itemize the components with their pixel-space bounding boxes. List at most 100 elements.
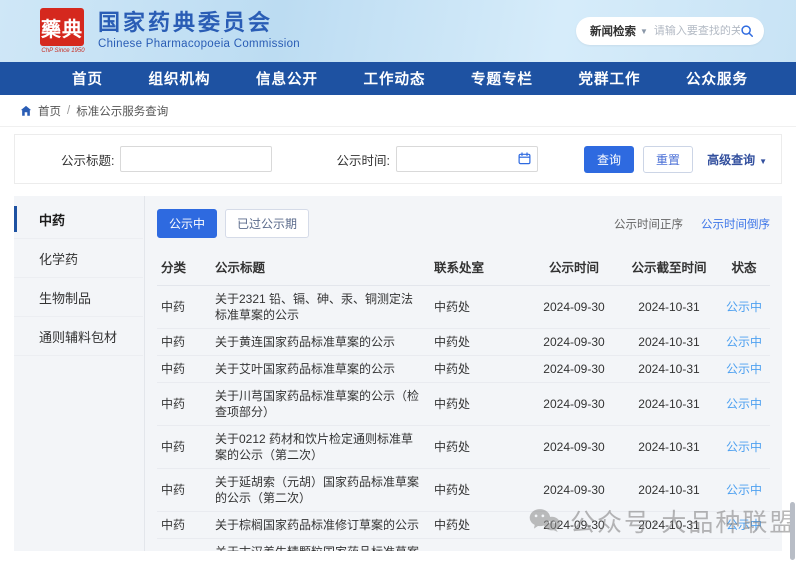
row-office: 中药处: [434, 300, 471, 314]
row-category: 中药: [161, 440, 186, 454]
row-office: 中药处: [434, 518, 471, 532]
row-title-link[interactable]: 关于0212 药材和饮片检定通则标准草案的公示（第二次）: [215, 431, 434, 463]
table-row: 中药 关于黄连国家药品标准草案的公示 中药处 2024-09-30 2024-1…: [157, 329, 770, 356]
row-category: 中药: [161, 300, 186, 314]
search-input[interactable]: [653, 25, 740, 37]
table-row: 中药 关于川芎国家药品标准草案的公示（检查项部分） 中药处 2024-09-30…: [157, 383, 770, 426]
list-header: 公示中 已过公示期 公示时间正序 公示时间倒序: [157, 209, 770, 238]
sort-time-descending[interactable]: 公示时间倒序: [701, 216, 770, 232]
row-office: 中药处: [434, 335, 471, 349]
nav-item-special-topics[interactable]: 专题专栏: [471, 68, 533, 89]
nav-item-public-service[interactable]: 公众服务: [686, 68, 748, 89]
category-sidebar: 中药 化学药 生物制品 通则辅料包材: [14, 196, 145, 551]
row-title-link[interactable]: 关于2321 铅、镉、砷、汞、铜测定法标准草案的公示: [215, 291, 434, 323]
sidebar-item-label: 化学药: [39, 251, 79, 267]
seal-logo: 藥典 ChP Since 1950: [40, 8, 86, 54]
main-panel: 中药 化学药 生物制品 通则辅料包材 公示中 已过公示期 公示时间正序 公示时间…: [14, 196, 782, 551]
filter-time-label: 公示时间:: [336, 153, 390, 168]
row-publish-date: 2024-09-30: [543, 397, 605, 411]
row-category: 中药: [161, 518, 186, 532]
row-category: 中药: [161, 362, 186, 376]
filter-bar: 公示标题: 公示时间: 查询 重置 高级查询 ▼: [14, 134, 782, 184]
row-publish-date: 2024-09-30: [543, 483, 605, 497]
calendar-icon[interactable]: [518, 152, 531, 165]
row-status-link[interactable]: 公示中: [726, 335, 762, 349]
tab-expired-publicity[interactable]: 已过公示期: [225, 209, 310, 238]
row-publish-date: 2024-09-30: [543, 362, 605, 376]
row-deadline: 2024-10-31: [638, 335, 700, 349]
table-row: 中药 关于棕榈国家药品标准修订草案的公示 中药处 2024-09-30 2024…: [157, 512, 770, 539]
row-title-link[interactable]: 关于川芎国家药品标准草案的公示（检查项部分）: [215, 388, 434, 420]
row-status-link[interactable]: 公示中: [726, 440, 762, 454]
tab-in-publicity[interactable]: 公示中: [157, 209, 218, 238]
filter-time-input[interactable]: [395, 146, 538, 172]
chevron-down-icon: ▼: [640, 26, 648, 36]
table-header-row: 分类 公示标题 联系处室 公示时间 公示截至时间 状态: [157, 250, 770, 286]
site-subtitle: Chinese Pharmacopoeia Commission: [98, 38, 300, 50]
row-status-link[interactable]: 公示中: [726, 362, 762, 376]
sidebar-item-biological-product[interactable]: 生物制品: [14, 278, 143, 317]
brand-logo[interactable]: 藥典 ChP Since 1950 国家药典委员会 Chinese Pharma…: [40, 8, 300, 54]
list-content: 公示中 已过公示期 公示时间正序 公示时间倒序 分类 公示标题 联系处室 公示时…: [145, 196, 782, 551]
nav-item-home[interactable]: 首页: [72, 68, 103, 89]
row-title-link[interactable]: 关于古汉养生精颗粒国家药品标准草案的公示: [215, 544, 434, 551]
reset-button[interactable]: 重置: [643, 145, 694, 173]
breadcrumb: 首页 / 标准公示服务查询: [0, 95, 796, 127]
filter-title-input[interactable]: [120, 146, 273, 172]
search-category-dropdown[interactable]: 新闻检索: [590, 23, 636, 39]
chevron-down-icon: ▼: [759, 156, 767, 166]
row-category: 中药: [161, 397, 186, 411]
nav-item-party-work[interactable]: 党群工作: [579, 68, 641, 89]
sidebar-item-chemical-drug[interactable]: 化学药: [14, 239, 143, 278]
sidebar-item-tcm[interactable]: 中药: [14, 200, 143, 239]
breadcrumb-separator: /: [67, 104, 71, 117]
row-category: 中药: [161, 335, 186, 349]
row-status-link[interactable]: 公示中: [726, 300, 762, 314]
row-deadline: 2024-10-31: [638, 518, 700, 532]
column-header-title: 公示标题: [215, 261, 266, 275]
sort-time-ascending[interactable]: 公示时间正序: [614, 216, 683, 232]
header-search: 新闻检索 ▼: [576, 17, 764, 45]
seal-icon: 藥典: [40, 8, 84, 46]
table-row: 中药 关于延胡索（元胡）国家药品标准草案的公示（第二次） 中药处 2024-09…: [157, 469, 770, 512]
row-category: 中药: [161, 483, 186, 497]
row-deadline: 2024-10-31: [638, 397, 700, 411]
column-header-publish-date: 公示时间: [548, 261, 599, 275]
sidebar-item-label: 中药: [39, 212, 66, 228]
row-title-link[interactable]: 关于艾叶国家药品标准草案的公示: [215, 361, 434, 377]
page: 藥典 ChP Since 1950 国家药典委员会 Chinese Pharma…: [0, 0, 796, 563]
scrollbar-thumb[interactable]: [790, 502, 795, 560]
row-office: 中药处: [434, 440, 471, 454]
row-office: 中药处: [434, 362, 471, 376]
sidebar-item-general-excipient-packaging[interactable]: 通则辅料包材: [14, 317, 143, 356]
row-publish-date: 2024-09-30: [543, 335, 605, 349]
nav-item-information[interactable]: 信息公开: [256, 68, 318, 89]
row-office: 中药处: [434, 397, 471, 411]
row-title-link[interactable]: 关于黄连国家药品标准草案的公示: [215, 334, 434, 350]
table-row: 中药 关于古汉养生精颗粒国家药品标准草案的公示 中药处 2024-09-30 2…: [157, 539, 770, 551]
row-status-link[interactable]: 公示中: [726, 397, 762, 411]
announcement-table: 分类 公示标题 联系处室 公示时间 公示截至时间 状态 中药 关于2321 铅、…: [157, 250, 770, 551]
row-status-link[interactable]: 公示中: [726, 483, 762, 497]
sidebar-item-label: 通则辅料包材: [39, 329, 118, 345]
nav-item-organization[interactable]: 组织机构: [149, 68, 211, 89]
site-header: 藥典 ChP Since 1950 国家药典委员会 Chinese Pharma…: [0, 0, 796, 62]
row-deadline: 2024-10-31: [638, 300, 700, 314]
search-icon[interactable]: [740, 24, 754, 38]
row-office: 中药处: [434, 483, 471, 497]
advanced-search-link[interactable]: 高级查询 ▼: [707, 151, 767, 168]
table-row: 中药 关于艾叶国家药品标准草案的公示 中药处 2024-09-30 2024-1…: [157, 356, 770, 383]
nav-item-work-news[interactable]: 工作动态: [364, 68, 426, 89]
main-nav: 首页 组织机构 信息公开 工作动态 专题专栏 党群工作 公众服务: [0, 62, 796, 95]
row-status-link[interactable]: 公示中: [726, 518, 762, 532]
seal-caption: ChP Since 1950: [41, 48, 85, 54]
row-title-link[interactable]: 关于棕榈国家药品标准修订草案的公示: [215, 517, 434, 533]
column-header-office: 联系处室: [434, 261, 485, 275]
column-header-category: 分类: [161, 261, 187, 275]
row-deadline: 2024-10-31: [638, 362, 700, 376]
breadcrumb-home[interactable]: 首页: [38, 103, 61, 119]
sidebar-item-label: 生物制品: [39, 290, 92, 306]
sort-links: 公示时间正序 公示时间倒序: [596, 216, 770, 232]
query-button[interactable]: 查询: [584, 145, 635, 173]
row-title-link[interactable]: 关于延胡索（元胡）国家药品标准草案的公示（第二次）: [215, 474, 434, 506]
